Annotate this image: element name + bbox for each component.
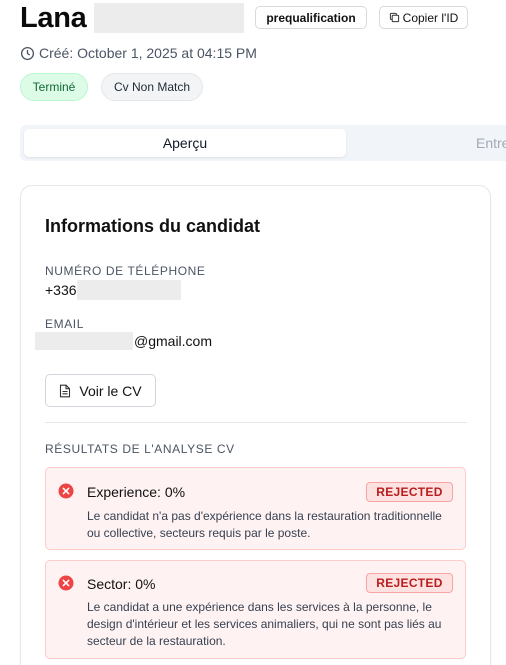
result-description: Le candidat a une expérience dans les se… [87, 600, 442, 648]
tab-apercu-label: Aperçu [162, 135, 208, 151]
copy-id-button[interactable]: Copier l'ID [379, 6, 468, 29]
result-title: Experience: 0% [87, 484, 186, 500]
redacted-email-user [35, 332, 133, 350]
cv-match-badge: Cv Non Match [101, 73, 203, 101]
status-badge: Terminé [20, 73, 88, 101]
email-label: Email [45, 317, 85, 331]
clock-icon [20, 46, 35, 60]
candidate-info-card: Informations du candidat Numéro de télép… [20, 185, 491, 665]
tab-entretien[interactable]: Entre [476, 129, 506, 157]
prequalification-badge[interactable]: prequalification [255, 6, 367, 29]
prequalification-label: prequalification [266, 10, 356, 25]
candidate-header: Lana [20, 2, 244, 34]
result-sector: Sector: 0% REJECTED Le candidat a une ex… [45, 560, 466, 659]
file-icon [60, 384, 71, 397]
tab-list: Aperçu Entre [20, 125, 506, 161]
email-domain: @gmail.com [134, 333, 213, 349]
candidate-name: Lana [20, 1, 87, 34]
result-description: Le candidat n'a pas d'expérience dans la… [87, 509, 442, 540]
redacted-last-name [93, 3, 244, 33]
view-cv-label: Voir le CV [79, 382, 142, 399]
tab-entretien-label: Entre [476, 135, 506, 151]
view-cv-button[interactable]: Voir le CV [45, 374, 156, 407]
created-date: Créé: October 1, 2025 at 04:15 PM [20, 45, 257, 61]
status-badge-label: Terminé [32, 80, 76, 94]
phone-label: Numéro de téléphone [45, 264, 206, 278]
cv-match-badge-label: Cv Non Match [113, 80, 191, 94]
tab-apercu[interactable]: Aperçu [24, 129, 346, 157]
result-experience: Experience: 0% REJECTED Le candidat n'a … [45, 467, 466, 550]
rejected-tag: REJECTED [366, 573, 453, 593]
copy-id-label: Copier l'ID [402, 10, 459, 25]
x-circle-icon [58, 575, 74, 591]
phone-prefix: +336 [45, 282, 77, 298]
redacted-phone [76, 280, 181, 300]
analysis-section-label: Résultats de l'analyse CV [45, 442, 235, 456]
section-divider [45, 422, 467, 423]
x-circle-icon [58, 483, 74, 499]
rejected-tag: REJECTED [366, 482, 453, 502]
card-title: Informations du candidat [45, 216, 261, 236]
copy-icon [389, 12, 399, 23]
email-value: @gmail.com [35, 332, 212, 350]
created-date-text: Créé: October 1, 2025 at 04:15 PM [39, 45, 257, 61]
result-title: Sector: 0% [87, 576, 156, 592]
phone-value: +336 [45, 280, 181, 300]
